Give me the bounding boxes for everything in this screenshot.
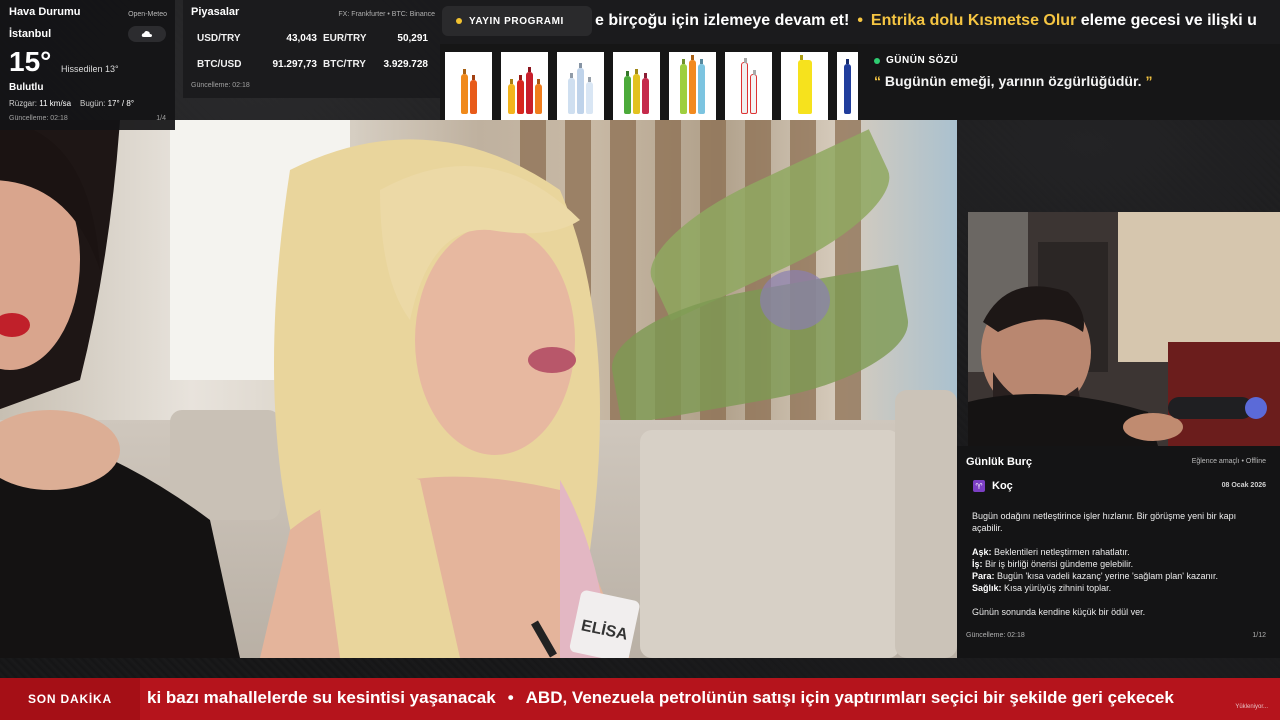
love-label: Aşk: (972, 547, 992, 557)
markets-source: FX: Frankfurter • BTC: Binance (338, 11, 435, 18)
program-text-before: e birçoğu için izlemeye devam et! (595, 12, 850, 29)
quote-open-mark: “ (874, 73, 881, 89)
weather-feels-like: Hissedilen 13° (61, 64, 119, 74)
weather-page-indicator: 1/4 (156, 115, 166, 122)
news-separator: • (507, 688, 514, 707)
streamer-webcam (968, 212, 1280, 446)
aries-icon: ♈ (973, 480, 985, 492)
today-value: 17° / 8° (107, 99, 135, 108)
news-ticker-text: ki bazı mahallelerde su kesintisi yaşana… (147, 688, 1174, 708)
weather-details: Rüzgar: 11 km/sa Bugün: 17° / 8° (9, 99, 134, 108)
news-loading-status: Yükleniyor... (1235, 704, 1268, 710)
news-item: ki bazı mahallelerde su kesintisi yaşana… (147, 688, 496, 707)
sofa-arm (895, 390, 957, 658)
market-label: EUR/TRY (323, 33, 367, 44)
market-value: 91.297,73 (272, 59, 318, 70)
horoscope-work: İş: Bir iş birliği önerisi gündeme geleb… (972, 558, 1267, 570)
product-card (445, 52, 492, 120)
market-value: 43,043 (286, 33, 317, 44)
horoscope-intro: Bugün odağını netleştirince işler hızlan… (972, 511, 1237, 533)
quote-body: Bugünün emeği, yarının özgürlüğüdür. (884, 73, 1142, 89)
program-dot-icon (456, 18, 462, 24)
program-highlight: Entrika dolu Kısmetse Olur (870, 12, 1077, 29)
product-card (669, 52, 716, 120)
horoscope-note: Eğlence amaçlı • Offline (1191, 458, 1266, 465)
weather-source: Open-Meteo (128, 11, 167, 18)
horoscope-page-indicator: 1/12 (1252, 632, 1266, 639)
market-label: BTC/USD (197, 59, 242, 70)
product-card (837, 52, 858, 120)
quote-text: “ Bugünün emeği, yarının özgürlüğüdür. ” (874, 73, 1264, 89)
horoscope-love: Aşk: Beklentileri netleştirmen rahatlatı… (972, 546, 1267, 558)
market-value: 50,291 (397, 33, 428, 44)
wind-value: 11 km/sa (39, 99, 72, 108)
breaking-news-ticker: SON DAKİKA ki bazı mahallelerde su kesin… (0, 678, 1280, 720)
health-label: Sağlık: (972, 583, 1002, 593)
money-label: Para: (972, 571, 995, 581)
horoscope-widget: Günlük Burç Eğlence amaçlı • Offline ♈ K… (957, 446, 1280, 658)
market-item-btc-usd: BTC/USD 91.297,73 (197, 59, 317, 70)
weather-updated: Güncelleme: 02:18 (9, 115, 68, 122)
main-video-feed: ELİSA (0, 120, 957, 658)
quote-dot-icon (874, 57, 880, 64)
horoscope-closing: Günün sonunda kendine küçük bir ödül ver… (972, 607, 1146, 617)
cloud-icon (128, 26, 166, 42)
product-card (613, 52, 660, 120)
program-ticker: YAYIN PROGRAMI e birçoğu için izlemeye d… (440, 0, 1280, 44)
product-card (781, 52, 828, 120)
today-label: Bugün: (80, 99, 106, 108)
quote-title: GÜNÜN SÖZÜ (874, 55, 1264, 66)
markets-widget: Piyasalar FX: Frankfurter • BTC: Binance… (183, 0, 440, 98)
market-label: BTC/TRY (323, 59, 366, 70)
love-text: Beklentileri netleştirmen rahatlatır. (994, 547, 1130, 557)
wind-label: Rüzgar: (9, 99, 38, 108)
center-person: ELİSA (260, 139, 640, 658)
product-card (557, 52, 604, 120)
horoscope-money: Para: Bugün 'kısa vadeli kazanç' yerine … (972, 570, 1267, 582)
horoscope-sign-name: Koç (992, 480, 1013, 492)
market-label: USD/TRY (197, 33, 241, 44)
left-person (0, 120, 240, 658)
weather-city: İstanbul (9, 28, 52, 40)
quote-widget: GÜNÜN SÖZÜ “ Bugünün emeği, yarının özgü… (858, 44, 1280, 120)
product-card (501, 52, 548, 120)
weather-temperature: 15° (9, 46, 52, 77)
horoscope-sign: ♈ Koç (973, 480, 1013, 492)
market-item-btc-try: BTC/TRY 3.929.728 (323, 59, 428, 70)
program-ticker-text: e birçoğu için izlemeye devam et! • Entrik… (595, 12, 1257, 30)
horoscope-body: Bugün odağını netleştirince işler hızlan… (972, 510, 1267, 618)
market-item-usd-try: USD/TRY 43,043 (197, 33, 317, 44)
weather-widget: Hava Durumu Open-Meteo İstanbul 15° Hiss… (0, 0, 175, 130)
quote-close-mark: ” (1145, 73, 1153, 89)
program-badge-label: YAYIN PROGRAMI (469, 15, 564, 27)
work-text: Bir iş birliği önerisi gündeme gelebilir… (985, 559, 1134, 569)
market-value: 3.929.728 (383, 59, 429, 70)
weather-condition: Bulutlu (9, 82, 44, 93)
product-strip (440, 44, 858, 120)
horoscope-title: Günlük Burç (966, 456, 1033, 468)
money-text: Bugün 'kısa vadeli kazanç' yerine 'sağla… (997, 571, 1219, 581)
horoscope-updated: Güncelleme: 02:18 (966, 632, 1025, 639)
breaking-news-badge: SON DAKİKA (0, 678, 140, 720)
markets-updated: Güncelleme: 02:18 (191, 82, 250, 89)
news-item: ABD, Venezuela petrolünün satışı için ya… (525, 688, 1174, 707)
horoscope-health: Sağlık: Kısa yürüyüş zihnini toplar. (972, 582, 1267, 594)
work-label: İş: (972, 559, 983, 569)
plant-flowers (760, 270, 830, 330)
program-badge: YAYIN PROGRAMI (442, 6, 592, 36)
health-text: Kısa yürüyüş zihnini toplar. (1004, 583, 1112, 593)
sofa-cushion (640, 430, 900, 658)
webcam-scene (968, 212, 1280, 446)
program-text-after: eleme gecesi ve ilişki u (1080, 12, 1257, 29)
quote-title-label: GÜNÜN SÖZÜ (886, 55, 959, 66)
market-item-eur-try: EUR/TRY 50,291 (323, 33, 428, 44)
horoscope-date: 08 Ocak 2026 (1221, 482, 1266, 489)
program-separator: • (857, 12, 863, 29)
product-card (725, 52, 772, 120)
